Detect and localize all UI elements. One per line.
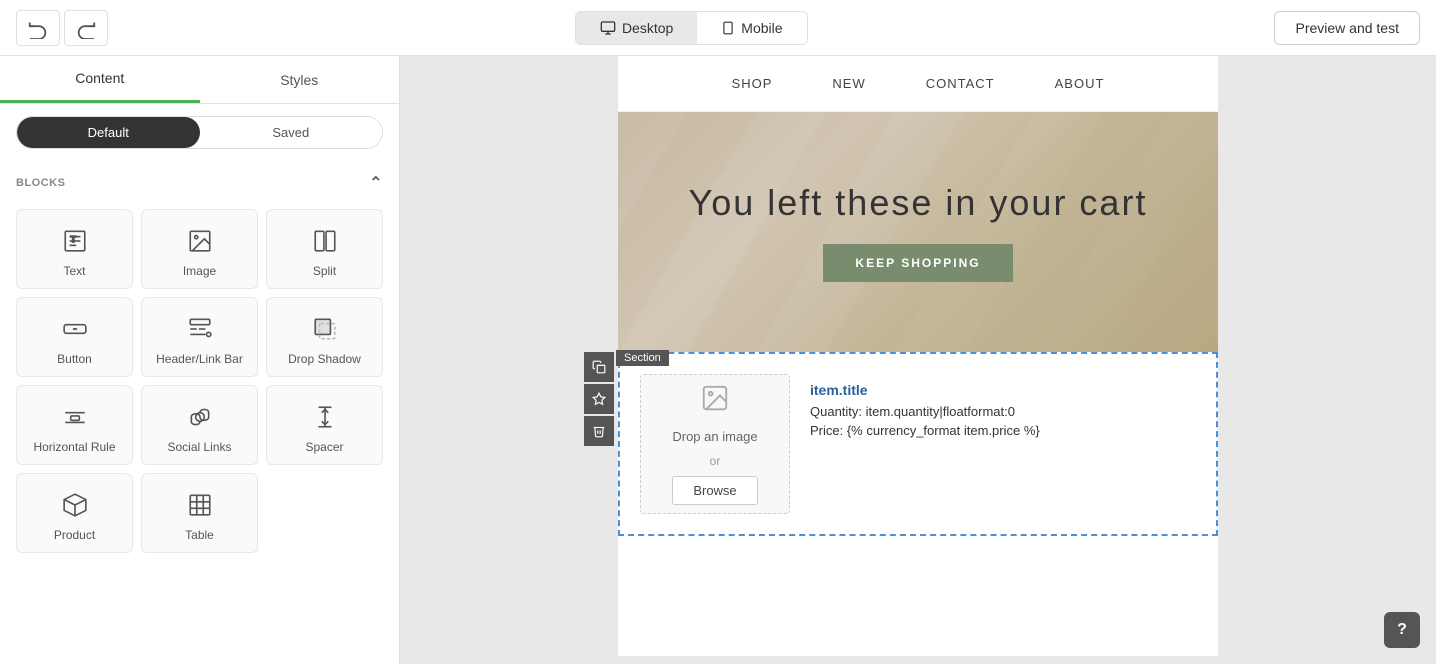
- svg-text:T: T: [70, 234, 76, 244]
- block-image[interactable]: Image: [141, 209, 258, 289]
- browse-label: Browse: [693, 483, 736, 498]
- mobile-icon: [721, 20, 735, 36]
- header-block-icon: [187, 314, 213, 344]
- block-split[interactable]: Split: [266, 209, 383, 289]
- mobile-label: Mobile: [741, 20, 782, 36]
- split-block-icon: [312, 226, 338, 256]
- main-layout: Content Styles Default Saved BLOCKS ⌃: [0, 56, 1436, 664]
- table-block-label: Table: [185, 528, 214, 542]
- block-button[interactable]: Button: [16, 297, 133, 377]
- state-default-button[interactable]: Default: [17, 117, 200, 148]
- redo-button[interactable]: [64, 10, 108, 46]
- nav-item-shop: SHOP: [732, 76, 773, 91]
- drop-shadow-block-icon: [312, 314, 338, 344]
- product-block-label: Product: [54, 528, 95, 542]
- drop-shadow-block-label: Drop Shadow: [288, 352, 361, 366]
- header-block-label: Header/Link Bar: [156, 352, 243, 366]
- hero-section: You left these in your cart KEEP SHOPPIN…: [618, 112, 1218, 352]
- image-block-label: Image: [183, 264, 216, 278]
- undo-button[interactable]: [16, 10, 60, 46]
- block-social-links[interactable]: Social Links: [141, 385, 258, 465]
- keep-shopping-button[interactable]: KEEP SHOPPING: [823, 244, 1012, 282]
- tab-content[interactable]: Content: [0, 56, 200, 103]
- blocks-collapse-icon[interactable]: ⌃: [369, 173, 383, 193]
- block-header-link-bar[interactable]: Header/Link Bar: [141, 297, 258, 377]
- spacer-block-icon: [312, 402, 338, 432]
- section-actions: [584, 352, 614, 446]
- text-block-icon: T: [62, 226, 88, 256]
- image-drop-zone[interactable]: Drop an image or Browse: [640, 374, 790, 514]
- hero-button-label: KEEP SHOPPING: [855, 256, 980, 270]
- product-block-icon: [62, 490, 88, 520]
- toolbar-left: [16, 10, 108, 46]
- blocks-title: BLOCKS: [16, 177, 65, 189]
- block-text[interactable]: T Text: [16, 209, 133, 289]
- email-nav: SHOP NEW CONTACT ABOUT: [618, 56, 1218, 112]
- preview-and-test-button[interactable]: Preview and test: [1274, 11, 1420, 45]
- tab-styles[interactable]: Styles: [200, 56, 400, 103]
- product-section-wrapper: Section: [618, 352, 1218, 536]
- browse-button[interactable]: Browse: [672, 476, 757, 505]
- button-block-icon: [62, 314, 88, 344]
- drop-image-icon: [700, 383, 730, 420]
- block-spacer[interactable]: Spacer: [266, 385, 383, 465]
- state-saved-button[interactable]: Saved: [200, 117, 383, 148]
- desktop-view-button[interactable]: Desktop: [576, 12, 697, 44]
- table-block-icon: [187, 490, 213, 520]
- product-title: item.title: [810, 382, 1196, 398]
- button-block-label: Button: [57, 352, 92, 366]
- hero-background: [618, 112, 1218, 352]
- state-buttons: Default Saved: [16, 116, 383, 149]
- section-copy-button[interactable]: [584, 352, 614, 382]
- nav-item-about: ABOUT: [1055, 76, 1105, 91]
- blocks-header: BLOCKS ⌃: [0, 161, 399, 201]
- help-button[interactable]: ?: [1384, 612, 1420, 648]
- blocks-grid: T Text Image: [0, 201, 399, 561]
- section-label: Section: [616, 350, 669, 366]
- product-quantity: Quantity: item.quantity|floatformat:0: [810, 404, 1196, 419]
- product-section: Drop an image or Browse item.title Quant…: [618, 352, 1218, 536]
- nav-item-new: NEW: [832, 76, 865, 91]
- block-horizontal-rule[interactable]: Horizontal Rule: [16, 385, 133, 465]
- product-price: Price: {% currency_format item.price %}: [810, 423, 1196, 438]
- product-details: item.title Quantity: item.quantity|float…: [810, 374, 1196, 514]
- drop-or-text: or: [710, 454, 721, 468]
- help-label: ?: [1397, 621, 1407, 639]
- toolbar: Desktop Mobile Preview and test: [0, 0, 1436, 56]
- social-block-icon: [187, 402, 213, 432]
- block-table[interactable]: Table: [141, 473, 258, 553]
- text-block-label: Text: [63, 264, 85, 278]
- nav-item-contact: CONTACT: [926, 76, 995, 91]
- view-switcher: Desktop Mobile: [575, 11, 808, 45]
- hero-title: You left these in your cart: [689, 182, 1148, 224]
- block-drop-shadow[interactable]: Drop Shadow: [266, 297, 383, 377]
- section-favorite-button[interactable]: [584, 384, 614, 414]
- hr-block-label: Horizontal Rule: [33, 440, 115, 454]
- canvas: SHOP NEW CONTACT ABOUT You left these in…: [400, 56, 1436, 664]
- section-delete-button[interactable]: [584, 416, 614, 446]
- email-preview: SHOP NEW CONTACT ABOUT You left these in…: [618, 56, 1218, 656]
- split-block-label: Split: [313, 264, 336, 278]
- image-block-icon: [187, 226, 213, 256]
- preview-label: Preview and test: [1295, 20, 1399, 36]
- drop-text: Drop an image: [672, 428, 757, 446]
- spacer-block-label: Spacer: [305, 440, 343, 454]
- block-product[interactable]: Product: [16, 473, 133, 553]
- desktop-label: Desktop: [622, 20, 673, 36]
- hr-block-icon: [62, 402, 88, 432]
- desktop-icon: [600, 20, 616, 36]
- mobile-view-button[interactable]: Mobile: [697, 12, 806, 44]
- sidebar: Content Styles Default Saved BLOCKS ⌃: [0, 56, 400, 664]
- sidebar-tabs: Content Styles: [0, 56, 399, 104]
- social-block-label: Social Links: [167, 440, 231, 454]
